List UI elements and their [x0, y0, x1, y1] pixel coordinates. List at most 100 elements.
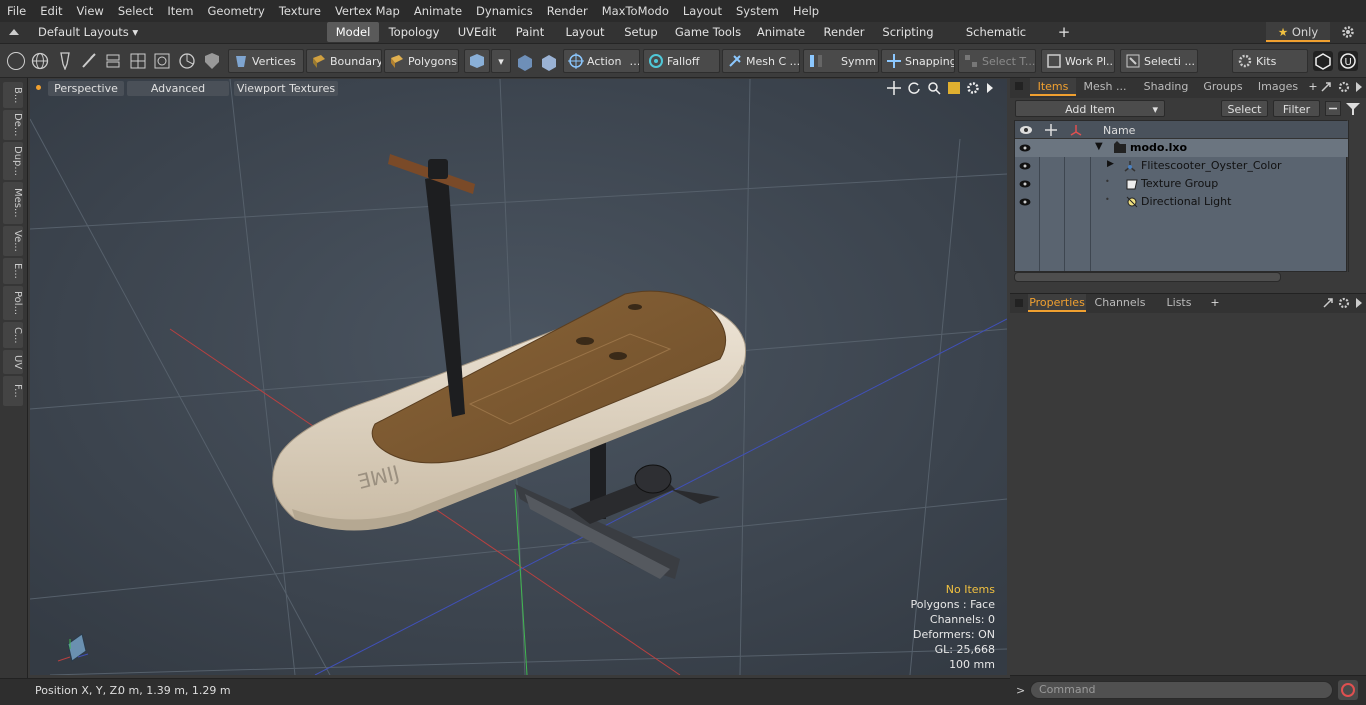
- unreal-icon[interactable]: U: [1338, 51, 1358, 71]
- tab-images[interactable]: Images: [1253, 78, 1303, 96]
- menu-file[interactable]: File: [0, 0, 33, 22]
- item-row-mesh[interactable]: ▶ Flitescooter_Oyster_Color: [1015, 157, 1348, 175]
- tab-shading[interactable]: Shading: [1138, 78, 1194, 96]
- tab-layout[interactable]: Layout: [559, 22, 611, 42]
- expand-arrow-icon[interactable]: ▶: [1107, 159, 1114, 169]
- left-tab-curve[interactable]: C...: [3, 322, 23, 348]
- add-item-button[interactable]: Add Item ▾: [1015, 100, 1165, 117]
- left-tab-basic[interactable]: B...: [3, 82, 23, 108]
- item-row-texture-group[interactable]: • Texture Group: [1015, 175, 1348, 193]
- snapping-button[interactable]: Snapping: [881, 49, 955, 73]
- tab-mesh[interactable]: Mesh ...: [1082, 78, 1128, 96]
- polygons-button[interactable]: Polygons: [384, 49, 459, 73]
- circle-select-icon[interactable]: [7, 52, 25, 70]
- expand-panel-icon[interactable]: [1320, 81, 1332, 93]
- menu-system[interactable]: System: [729, 0, 786, 22]
- add-panel-tab-icon[interactable]: +: [1208, 294, 1222, 312]
- select-through-button[interactable]: Select T...: [958, 49, 1036, 73]
- menu-layout[interactable]: Layout: [676, 0, 729, 22]
- funnel-icon[interactable]: [1345, 101, 1361, 116]
- item-row-light[interactable]: • Directional Light: [1015, 193, 1348, 211]
- menu-render[interactable]: Render: [540, 0, 595, 22]
- material-dropdown[interactable]: ▾: [491, 49, 511, 73]
- material-button[interactable]: [464, 49, 490, 73]
- visibility-eye-icon[interactable]: [1019, 196, 1031, 208]
- tab-scripting[interactable]: Scripting: [880, 22, 936, 42]
- tab-items[interactable]: Items: [1030, 78, 1076, 96]
- left-tab-deform[interactable]: De...: [3, 110, 23, 140]
- tab-game-tools[interactable]: Game Tools: [672, 22, 744, 42]
- properties-gear-icon[interactable]: [1338, 297, 1350, 309]
- left-tab-edge[interactable]: E...: [3, 258, 23, 284]
- fit-view-icon[interactable]: [947, 81, 961, 95]
- left-tab-polygon[interactable]: Pol...: [3, 286, 23, 320]
- menu-maxtomodo[interactable]: MaxToModo: [595, 0, 676, 22]
- menu-vertex-map[interactable]: Vertex Map: [328, 0, 407, 22]
- layout-toggle-icon[interactable]: [8, 26, 20, 38]
- left-tab-uv[interactable]: UV: [3, 350, 23, 374]
- vertices-button[interactable]: Vertices: [228, 49, 304, 73]
- viewport-gear-icon[interactable]: [966, 81, 980, 95]
- kits-button[interactable]: Kits: [1232, 49, 1308, 73]
- add-tab-icon[interactable]: +: [1054, 22, 1074, 42]
- pen-icon[interactable]: [57, 52, 73, 71]
- snap-cube-icon[interactable]: [516, 54, 534, 72]
- items-gear-icon[interactable]: [1338, 81, 1350, 93]
- frame-icon[interactable]: [153, 52, 171, 70]
- record-icon[interactable]: [1338, 680, 1358, 700]
- boundary-button[interactable]: Boundary: [306, 49, 382, 73]
- command-input[interactable]: Command: [1030, 681, 1333, 699]
- filter-button[interactable]: Filter: [1273, 100, 1320, 117]
- menu-animate[interactable]: Animate: [407, 0, 469, 22]
- gear-icon[interactable]: [1341, 25, 1355, 39]
- sphere-icon[interactable]: [178, 52, 196, 70]
- name-column-header[interactable]: Name: [1103, 124, 1135, 137]
- menu-edit[interactable]: Edit: [33, 0, 69, 22]
- visibility-eye-icon[interactable]: [1019, 160, 1031, 172]
- items-menu-icon[interactable]: [1355, 81, 1363, 93]
- tab-properties[interactable]: Properties: [1028, 294, 1086, 312]
- left-tab-vertex[interactable]: Ve...: [3, 226, 23, 256]
- viewport-mode-perspective[interactable]: Perspective: [48, 81, 124, 96]
- tab-setup[interactable]: Setup: [619, 22, 663, 42]
- zoom-view-icon[interactable]: [927, 81, 941, 95]
- align-icon[interactable]: [104, 52, 122, 70]
- visibility-eye-icon[interactable]: [1019, 178, 1031, 190]
- rotate-view-icon[interactable]: [907, 81, 921, 95]
- menu-select[interactable]: Select: [111, 0, 160, 22]
- menu-dynamics[interactable]: Dynamics: [469, 0, 540, 22]
- menu-item[interactable]: Item: [160, 0, 200, 22]
- collapse-icon[interactable]: [1325, 101, 1341, 116]
- brush-icon[interactable]: [80, 52, 98, 70]
- properties-menu-icon[interactable]: [1355, 297, 1363, 309]
- mesh-constraint-button[interactable]: Mesh C ...: [722, 49, 800, 73]
- menu-view[interactable]: View: [70, 0, 111, 22]
- selection-sets-button[interactable]: Selecti ...: [1120, 49, 1198, 73]
- items-horizontal-scrollbar[interactable]: [1014, 272, 1281, 282]
- globe-icon[interactable]: [31, 52, 49, 70]
- expand-panel-icon[interactable]: [1322, 297, 1334, 309]
- tab-render[interactable]: Render: [818, 22, 870, 42]
- shield-icon[interactable]: [203, 52, 221, 70]
- menu-texture[interactable]: Texture: [272, 0, 328, 22]
- left-tab-duplicate[interactable]: Dup...: [3, 142, 23, 180]
- viewport-textures-toggle[interactable]: Viewport Textures: [234, 81, 338, 96]
- grid-icon[interactable]: [129, 52, 147, 70]
- add-panel-tab-icon[interactable]: +: [1306, 78, 1320, 96]
- tab-schematic-fusion[interactable]: Schematic Fusion: [946, 22, 1046, 59]
- tab-channels[interactable]: Channels: [1092, 294, 1148, 312]
- only-toggle[interactable]: ★ Only: [1266, 22, 1330, 42]
- viewport-shading-advanced[interactable]: Advanced: [127, 81, 229, 96]
- move-view-icon[interactable]: [887, 81, 901, 95]
- tab-lists[interactable]: Lists: [1154, 294, 1204, 312]
- menu-geometry[interactable]: Geometry: [201, 0, 272, 22]
- left-tab-fusion[interactable]: F...: [3, 376, 23, 406]
- tab-groups[interactable]: Groups: [1198, 78, 1248, 96]
- tab-paint[interactable]: Paint: [509, 22, 551, 42]
- action-button[interactable]: Action…: [563, 49, 640, 73]
- symmetry-button[interactable]: Symm ...: [803, 49, 879, 73]
- tab-uvedit[interactable]: UVEdit: [451, 22, 503, 42]
- menu-help[interactable]: Help: [786, 0, 826, 22]
- tab-animate[interactable]: Animate: [752, 22, 810, 42]
- items-vertical-scrollbar[interactable]: [1348, 120, 1360, 272]
